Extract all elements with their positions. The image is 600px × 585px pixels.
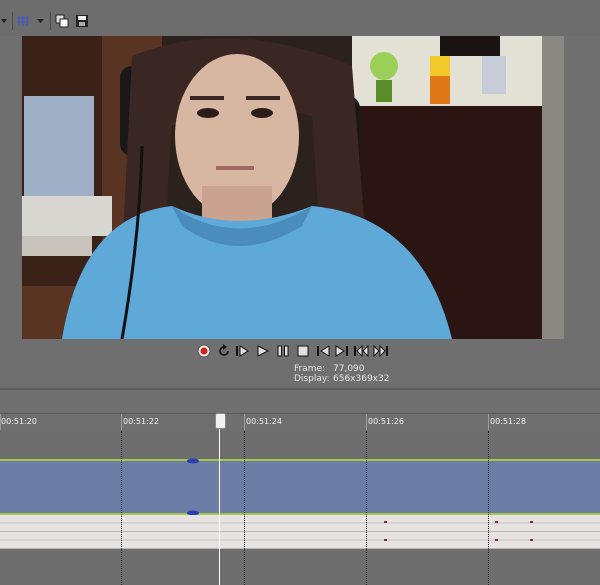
next-frame-end-icon[interactable] [334, 343, 350, 359]
stop-icon[interactable] [295, 343, 311, 359]
grid-line [121, 431, 122, 585]
toolbar-separator [50, 12, 51, 30]
timeline-ruler[interactable]: 00:51:20 00:51:22 00:51:24 00:51:26 00:5… [0, 413, 600, 433]
ruler-label: 00:51:22 [123, 417, 159, 426]
pause-icon[interactable] [275, 343, 291, 359]
play-icon[interactable] [255, 343, 271, 359]
ruler-tick [366, 414, 367, 430]
ruler-label: 00:51:26 [368, 417, 404, 426]
audio-track-event[interactable] [0, 515, 600, 532]
frame-label: Frame: [294, 364, 326, 374]
preview-info: Frame: 77,090 Display: 656x369x32 [0, 362, 600, 384]
frame-value: 77,090 [333, 364, 365, 374]
video-preview-area [0, 36, 600, 340]
next-frame-icon[interactable] [373, 343, 389, 359]
preview-toolbar [0, 0, 600, 37]
playhead-cursor[interactable] [219, 413, 220, 585]
transport-controls [0, 340, 600, 362]
grid-icon[interactable] [16, 14, 30, 28]
playhead-handle[interactable] [215, 413, 226, 429]
previous-frame-start-icon[interactable] [315, 343, 331, 359]
previous-frame-icon[interactable] [353, 343, 369, 359]
panel-divider[interactable] [0, 388, 600, 390]
copy-snapshot-icon[interactable] [55, 14, 69, 28]
ruler-tick [121, 414, 122, 430]
audio-waveform [0, 521, 600, 524]
ruler-label: 00:51:20 [1, 417, 37, 426]
fade-handle-icon[interactable] [186, 458, 200, 464]
dropdown-arrow-icon[interactable] [34, 14, 48, 28]
display-label: Display: [294, 374, 330, 384]
grid-line [488, 431, 489, 585]
ruler-tick [488, 414, 489, 430]
timeline-tracks[interactable] [0, 431, 600, 585]
audio-waveform [0, 539, 600, 541]
save-snapshot-icon[interactable] [75, 14, 89, 28]
play-from-start-icon[interactable] [234, 343, 250, 359]
audio-track-event[interactable] [0, 532, 600, 549]
ruler-tick [244, 414, 245, 430]
ruler-label: 00:51:24 [246, 417, 282, 426]
grid-line [244, 431, 245, 585]
display-value: 656x369x32 [333, 374, 390, 384]
video-frame [22, 36, 564, 339]
video-track-event[interactable] [0, 458, 600, 516]
toolbar-separator [12, 12, 13, 30]
grid-line [366, 431, 367, 585]
loop-icon[interactable] [216, 343, 232, 359]
record-icon[interactable] [196, 343, 212, 359]
ruler-label: 00:51:28 [490, 417, 526, 426]
